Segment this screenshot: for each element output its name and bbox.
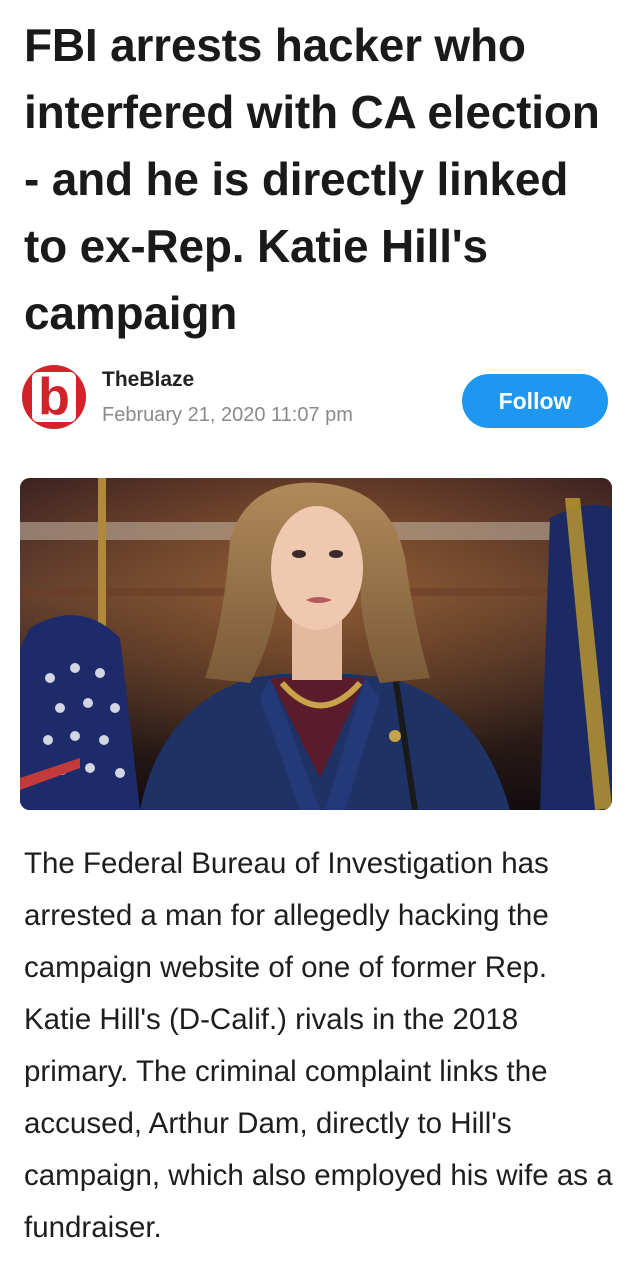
article-photo[interactable] xyxy=(20,478,612,810)
theblaze-logo-icon[interactable]: b xyxy=(22,365,86,429)
avatar-letter: b xyxy=(32,371,76,423)
follow-button[interactable]: Follow xyxy=(462,374,608,428)
article-body: The Federal Bureau of Investigation has … xyxy=(24,847,613,1244)
article-headline: FBI arrests hacker who interfered with C… xyxy=(24,19,600,339)
author-row: b TheBlaze February 21, 2020 11:07 pm Fo… xyxy=(22,362,618,442)
press-photo-image xyxy=(20,478,612,810)
author-name[interactable]: TheBlaze xyxy=(102,368,194,392)
post-date: February 21, 2020 11:07 pm xyxy=(102,404,353,426)
